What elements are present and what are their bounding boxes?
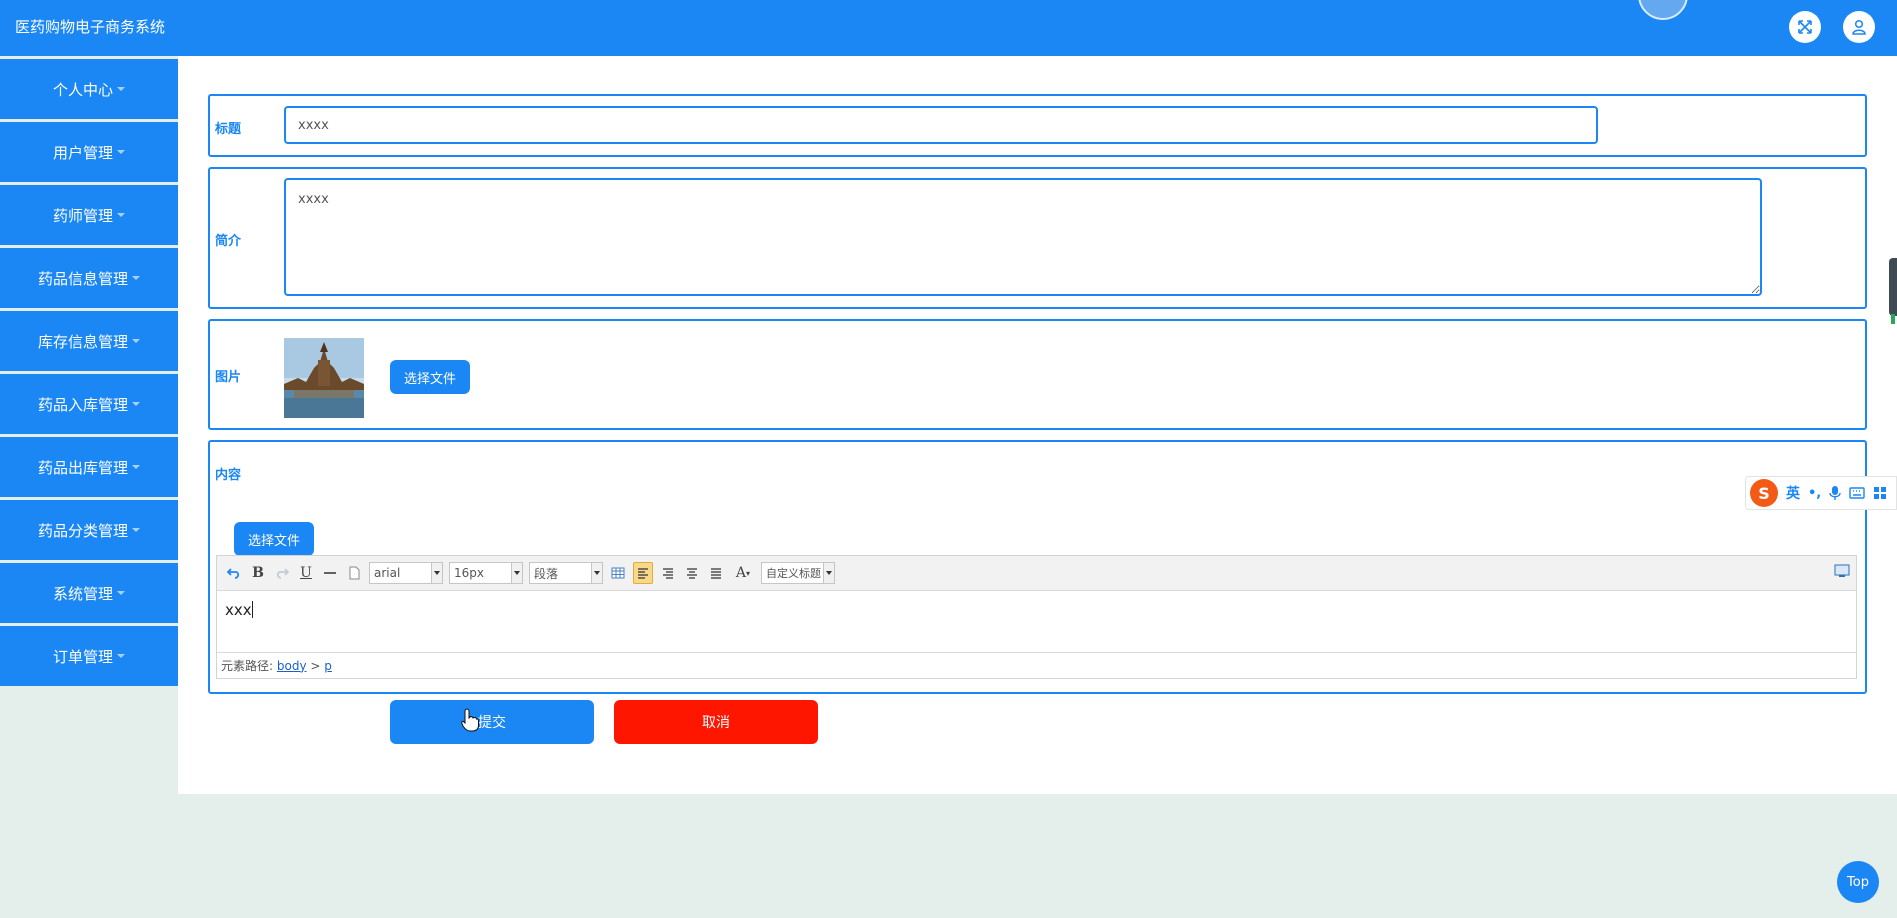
scroll-indicator[interactable]: [1889, 258, 1897, 324]
chevron-down-icon: [117, 87, 125, 91]
dropdown-arrow-icon: [591, 563, 602, 583]
hand-cursor-icon: [461, 708, 479, 732]
back-to-top-button[interactable]: Top: [1837, 861, 1879, 903]
chevron-down-icon: [132, 465, 140, 469]
app-title: 医药购物电子商务系统: [15, 18, 166, 36]
sidebar-item-inventory[interactable]: 库存信息管理: [0, 311, 178, 371]
dropdown-arrow-icon: [511, 563, 522, 583]
align-center-icon[interactable]: [683, 563, 701, 583]
intro-row: 简介 xxxx: [208, 167, 1867, 309]
preview-icon[interactable]: [1834, 564, 1850, 581]
submit-button[interactable]: 提交: [390, 700, 594, 744]
editor-content[interactable]: xxx: [217, 591, 1856, 653]
table-icon[interactable]: [609, 563, 627, 583]
path-label: 元素路径:: [221, 659, 274, 673]
path-separator: >: [310, 658, 321, 673]
sidebar-item-personal-center[interactable]: 个人中心: [0, 59, 178, 119]
font-family-select[interactable]: arial: [369, 562, 443, 584]
cancel-button[interactable]: 取消: [614, 700, 818, 744]
top-header: 医药购物电子商务系统: [0, 0, 1897, 56]
user-icon[interactable]: [1843, 11, 1875, 43]
horizontal-rule-icon[interactable]: [321, 563, 339, 583]
sidebar-item-system[interactable]: 系统管理: [0, 563, 178, 623]
ime-logo-icon: S: [1750, 479, 1778, 507]
content-label: 内容: [215, 468, 242, 483]
bold-button[interactable]: B: [249, 563, 267, 583]
chevron-down-icon: [117, 150, 125, 154]
image-thumbnail: [284, 338, 364, 418]
chevron-down-icon: [117, 654, 125, 658]
sidebar-item-stock-in[interactable]: 药品入库管理: [0, 374, 178, 434]
sidebar-item-users[interactable]: 用户管理: [0, 122, 178, 182]
dropdown-arrow-icon: [823, 563, 834, 583]
redo-icon[interactable]: [273, 563, 291, 583]
intro-label: 简介: [215, 234, 242, 249]
font-color-button[interactable]: A ▾: [731, 563, 755, 583]
align-justify-icon[interactable]: [707, 563, 725, 583]
sidebar-item-drug-category[interactable]: 药品分类管理: [0, 500, 178, 560]
underline-button[interactable]: U: [297, 563, 315, 583]
sidebar-item-pharmacists[interactable]: 药师管理: [0, 185, 178, 245]
title-label: 标题: [215, 122, 242, 137]
microphone-icon[interactable]: [1829, 485, 1841, 501]
content-upload-button[interactable]: 选择文件: [234, 522, 314, 556]
paragraph-select[interactable]: 段落: [529, 562, 603, 584]
rich-text-editor: B U arial 16px 段落 A ▾ 自定义标题 xxx 元素路径: bo…: [216, 555, 1857, 679]
text-cursor: [251, 601, 253, 618]
clear-format-icon[interactable]: [345, 563, 363, 583]
element-path-bar: 元素路径: body > p: [217, 652, 1856, 678]
sidebar-item-drug-info[interactable]: 药品信息管理: [0, 248, 178, 308]
chevron-down-icon: [132, 339, 140, 343]
align-right-icon[interactable]: [659, 563, 677, 583]
title-row: 标题: [208, 94, 1867, 157]
avatar-bubble[interactable]: [1638, 0, 1688, 20]
sidebar: 个人中心 用户管理 药师管理 药品信息管理 库存信息管理 药品入库管理 药品出库…: [0, 56, 178, 686]
ime-language[interactable]: 英: [1786, 483, 1800, 503]
custom-heading-select[interactable]: 自定义标题: [761, 562, 835, 584]
sidebar-item-orders[interactable]: 订单管理: [0, 626, 178, 686]
chevron-down-icon: [117, 213, 125, 217]
path-link-body[interactable]: body: [277, 659, 307, 673]
image-row: 图片 选择文件: [208, 319, 1867, 430]
title-input[interactable]: [284, 106, 1598, 144]
content-row: 内容 选择文件 B U arial 16px 段落 A ▾ 自定义标题 xxx …: [208, 440, 1867, 694]
chevron-down-icon: [117, 591, 125, 595]
punctuation-icon[interactable]: •,: [1808, 486, 1821, 501]
path-link-p[interactable]: p: [324, 659, 332, 673]
undo-icon[interactable]: [225, 563, 243, 583]
chevron-down-icon: [132, 276, 140, 280]
ime-toolbar[interactable]: S 英 •,: [1745, 476, 1897, 510]
keyboard-icon[interactable]: [1849, 487, 1865, 499]
align-left-icon[interactable]: [633, 562, 653, 584]
main-panel: 标题 简介 xxxx 图片 选择文件 内容 选择文件: [178, 56, 1897, 794]
intro-textarea[interactable]: xxxx: [284, 178, 1762, 296]
editor-toolbar: B U arial 16px 段落 A ▾ 自定义标题: [217, 556, 1856, 591]
sidebar-item-stock-out[interactable]: 药品出库管理: [0, 437, 178, 497]
fullscreen-icon[interactable]: [1789, 11, 1821, 43]
font-size-select[interactable]: 16px: [449, 562, 523, 584]
dropdown-arrow-icon: [431, 563, 442, 583]
image-label: 图片: [215, 370, 242, 385]
chevron-down-icon: [132, 528, 140, 532]
chevron-down-icon: [132, 402, 140, 406]
apps-grid-icon[interactable]: [1873, 486, 1887, 500]
image-upload-button[interactable]: 选择文件: [390, 360, 470, 394]
